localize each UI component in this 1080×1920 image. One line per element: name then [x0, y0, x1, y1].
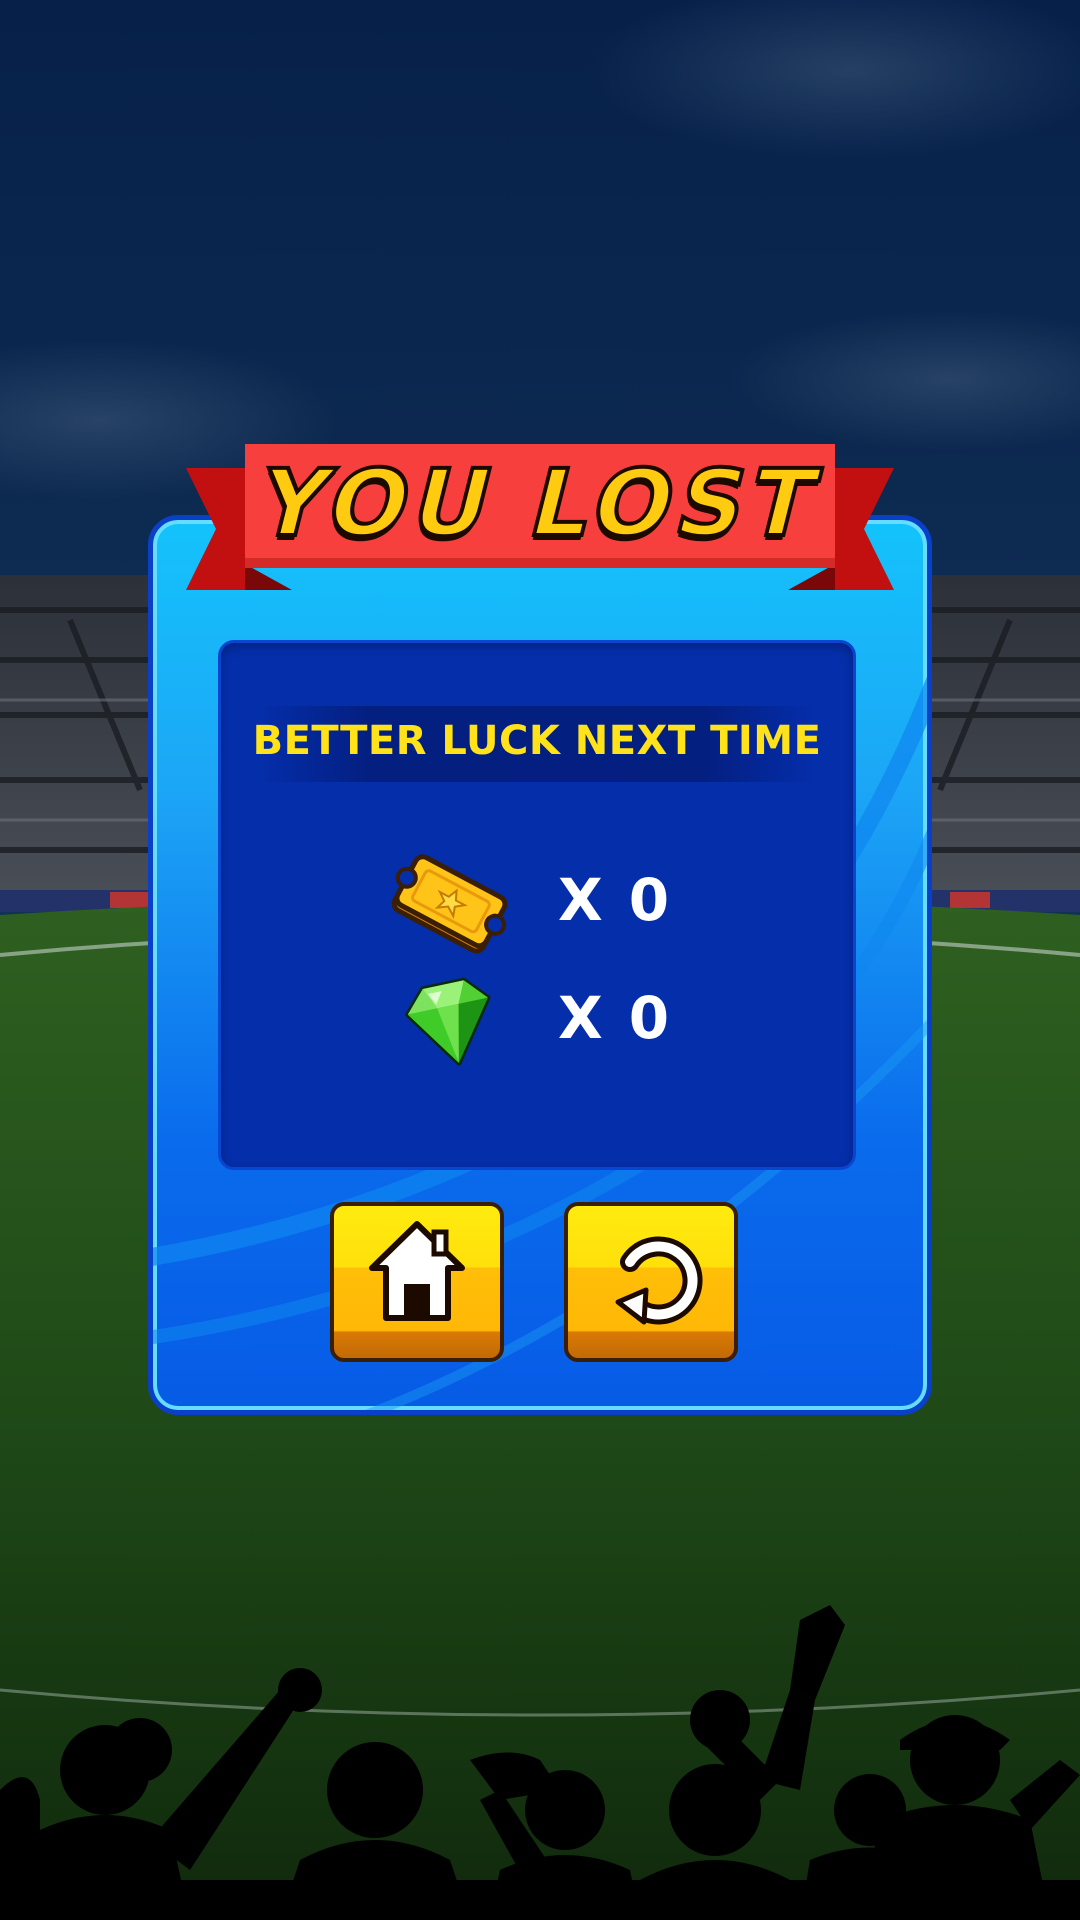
game-screen: BETTER LUCK NEXT TIME X0 X 0 YOU LOST [0, 0, 1080, 1920]
title-container: YOU LOST [245, 444, 835, 568]
retry-icon [615, 1236, 703, 1325]
ticket-multiplier: X [558, 866, 607, 934]
ticket-icon [391, 854, 508, 954]
home-icon [369, 1221, 465, 1321]
home-button[interactable] [330, 1202, 504, 1362]
ticket-count: X0 [558, 866, 673, 934]
reward-row-ticket: X0 [390, 848, 710, 958]
gem-value: 0 [628, 984, 674, 1052]
gem-multiplier: X [558, 984, 607, 1052]
reward-row-gem: X0 [390, 966, 710, 1076]
result-subtitle: BETTER LUCK NEXT TIME [252, 718, 822, 764]
ticket-value: 0 [628, 866, 674, 934]
retry-button[interactable] [564, 1202, 738, 1362]
result-title: YOU LOST [245, 448, 835, 559]
gem-icon [405, 977, 491, 1066]
gem-count: X0 [558, 984, 673, 1052]
